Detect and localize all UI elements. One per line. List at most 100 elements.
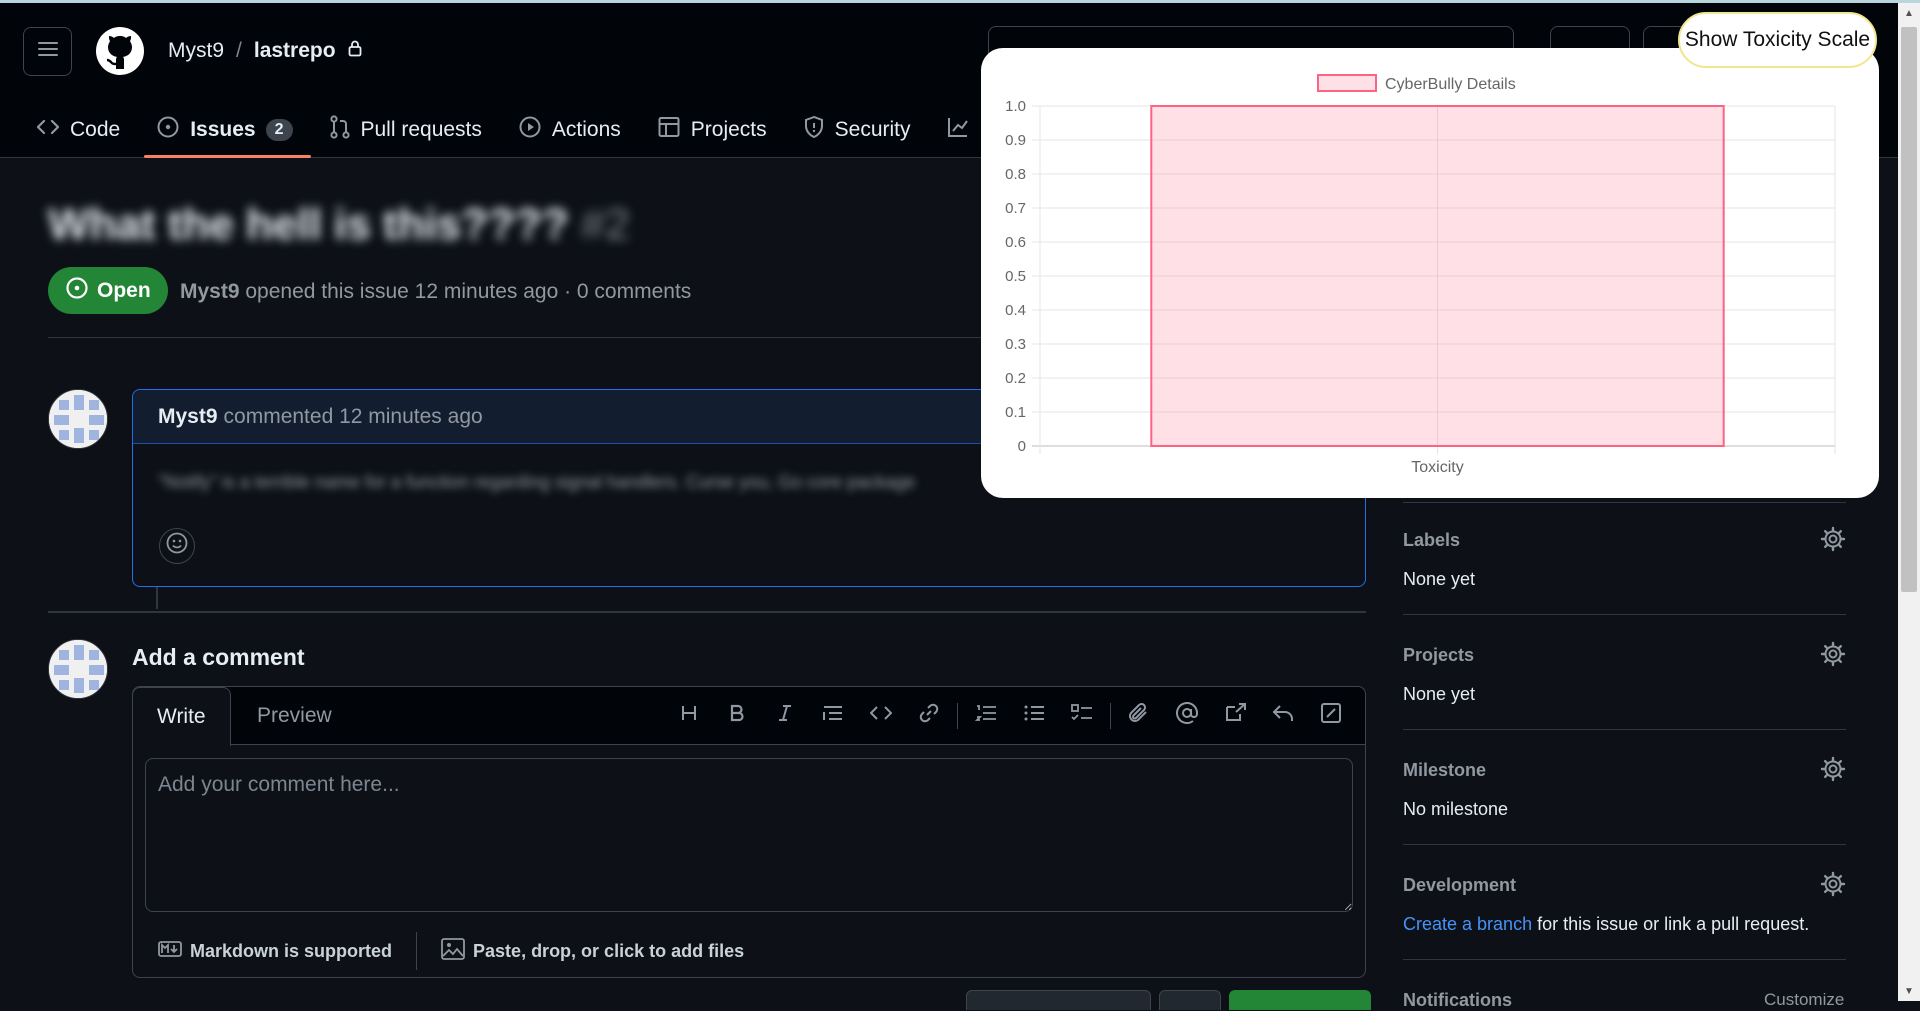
toolbar-divider	[1110, 703, 1111, 729]
hamburger-icon	[37, 41, 58, 63]
labels-value: None yet	[1403, 569, 1476, 589]
tasklist-icon	[1071, 703, 1093, 729]
y-tick-label: 0.4	[1005, 302, 1026, 319]
comment-submit-button[interactable]	[1229, 990, 1371, 1010]
tab-security[interactable]: Security	[803, 107, 929, 153]
y-tick-label: 0.6	[1005, 234, 1026, 251]
sidebar-labels: Labels None yet	[1403, 500, 1846, 615]
slash-icon	[1320, 702, 1342, 730]
development-heading: Development	[1403, 875, 1517, 895]
add-files-label: Paste, drop, or click to add files	[473, 940, 745, 961]
code-icon	[36, 117, 60, 143]
issue-state-label: Open	[97, 278, 151, 302]
markdown-support-label: Markdown is supported	[190, 940, 393, 961]
chart-bar	[1150, 105, 1725, 447]
y-tick-label: 0.9	[1005, 132, 1026, 149]
toolbar-divider	[957, 703, 958, 729]
heading-button[interactable]	[665, 696, 713, 736]
italic-icon	[775, 703, 795, 729]
link-button[interactable]	[905, 696, 953, 736]
add-reaction-button[interactable]	[159, 528, 195, 564]
git-pull-request-icon	[329, 115, 351, 145]
lock-icon	[348, 39, 362, 63]
y-tick-label: 0.3	[1005, 336, 1026, 353]
github-logo-icon[interactable]	[96, 27, 144, 75]
menu-button[interactable]	[23, 27, 72, 76]
customize-link[interactable]: Customize	[1764, 990, 1844, 1010]
milestone-heading: Milestone	[1403, 760, 1487, 780]
tab-projects-label: Projects	[690, 118, 767, 141]
create-branch-link[interactable]: Create a branch	[1403, 914, 1532, 934]
y-tick-label: 0.7	[1005, 200, 1026, 217]
close-issue-button[interactable]	[966, 990, 1151, 1010]
timeline-divider	[48, 611, 1366, 613]
add-comment-heading: Add a comment	[132, 644, 305, 670]
timeline-line	[156, 587, 158, 609]
gear-icon[interactable]	[1820, 641, 1846, 667]
quote-button[interactable]	[809, 696, 857, 736]
markdown-support-link[interactable]: Markdown is supported	[158, 941, 392, 962]
tab-issues-label: Issues	[190, 118, 256, 141]
play-icon	[518, 115, 542, 145]
mention-button[interactable]	[1163, 696, 1211, 736]
scrollbar-thumb[interactable]	[1901, 27, 1917, 592]
tab-preview[interactable]: Preview	[257, 687, 332, 745]
page-scrollbar[interactable]: ▲ ▼	[1898, 3, 1920, 1001]
repo-name-link[interactable]: lastrepo	[254, 39, 336, 63]
issue-title: What the hell is this???? #2	[48, 200, 630, 250]
tab-code[interactable]: Code	[36, 107, 138, 153]
unordered-list-button[interactable]	[1010, 696, 1058, 736]
ordered-list-button[interactable]	[962, 696, 1010, 736]
avatar[interactable]	[48, 639, 108, 699]
tab-code-label: Code	[70, 118, 121, 141]
smiley-icon	[165, 531, 189, 561]
comment-author-link[interactable]: Myst9	[158, 405, 218, 429]
y-tick-label: 0.8	[1005, 166, 1026, 183]
close-options-button[interactable]	[1159, 990, 1221, 1010]
issue-author-link[interactable]: Myst9	[180, 280, 240, 303]
saved-reply-button[interactable]	[1259, 696, 1307, 736]
issue-title-text: What the hell is this????	[48, 200, 569, 249]
tab-projects[interactable]: Projects	[657, 107, 785, 153]
task-list-button[interactable]	[1058, 696, 1106, 736]
code-icon	[869, 703, 893, 729]
bold-button[interactable]	[713, 696, 761, 736]
sidebar-development: Development Create a branch for this iss…	[1403, 845, 1846, 960]
projects-heading: Projects	[1403, 645, 1475, 665]
scroll-up-arrow-icon[interactable]: ▲	[1898, 3, 1920, 23]
labels-heading: Labels	[1403, 530, 1461, 550]
issue-state-badge: Open	[48, 267, 168, 314]
issue-number: #2	[580, 200, 630, 249]
tab-write[interactable]: Write	[132, 687, 231, 746]
table-icon	[657, 115, 681, 145]
editor-footer: Markdown is supported Paste, drop, or cl…	[133, 925, 1365, 977]
italic-button[interactable]	[761, 696, 809, 736]
bold-icon	[727, 703, 747, 729]
gear-icon[interactable]	[1820, 526, 1846, 552]
issue-opened-icon	[156, 115, 180, 145]
gear-icon[interactable]	[1820, 871, 1846, 897]
development-value: Create a branch for this issue or link a…	[1403, 914, 1846, 935]
y-tick-label: 0	[1018, 438, 1026, 455]
tab-issues[interactable]: Issues 2	[144, 107, 311, 158]
image-icon	[441, 937, 465, 965]
scroll-down-arrow-icon[interactable]: ▼	[1898, 981, 1920, 1001]
tab-pull-requests[interactable]: Pull requests	[329, 107, 500, 153]
gear-icon[interactable]	[1820, 756, 1846, 782]
add-files-button[interactable]: Paste, drop, or click to add files	[441, 937, 745, 965]
issue-meta-text: opened this issue 12 minutes ago · 0 com…	[245, 280, 692, 303]
tab-actions[interactable]: Actions	[518, 107, 639, 153]
issue-sidebar: Labels None yet Projects None yet Milest…	[1403, 500, 1846, 960]
repo-owner-link[interactable]: Myst9	[168, 39, 224, 63]
tab-security-label: Security	[834, 118, 911, 141]
legend-label: CyberBully Details	[1385, 76, 1516, 93]
show-toxicity-scale-button[interactable]: Show Toxicity Scale	[1678, 12, 1877, 68]
cross-reference-button[interactable]	[1211, 696, 1259, 736]
avatar[interactable]	[48, 389, 108, 449]
comment-textarea[interactable]	[145, 758, 1353, 912]
link-icon	[918, 702, 940, 730]
code-button[interactable]	[857, 696, 905, 736]
attach-button[interactable]	[1115, 696, 1163, 736]
issue-opened-icon	[65, 276, 89, 306]
slash-commands-button[interactable]	[1307, 696, 1355, 736]
